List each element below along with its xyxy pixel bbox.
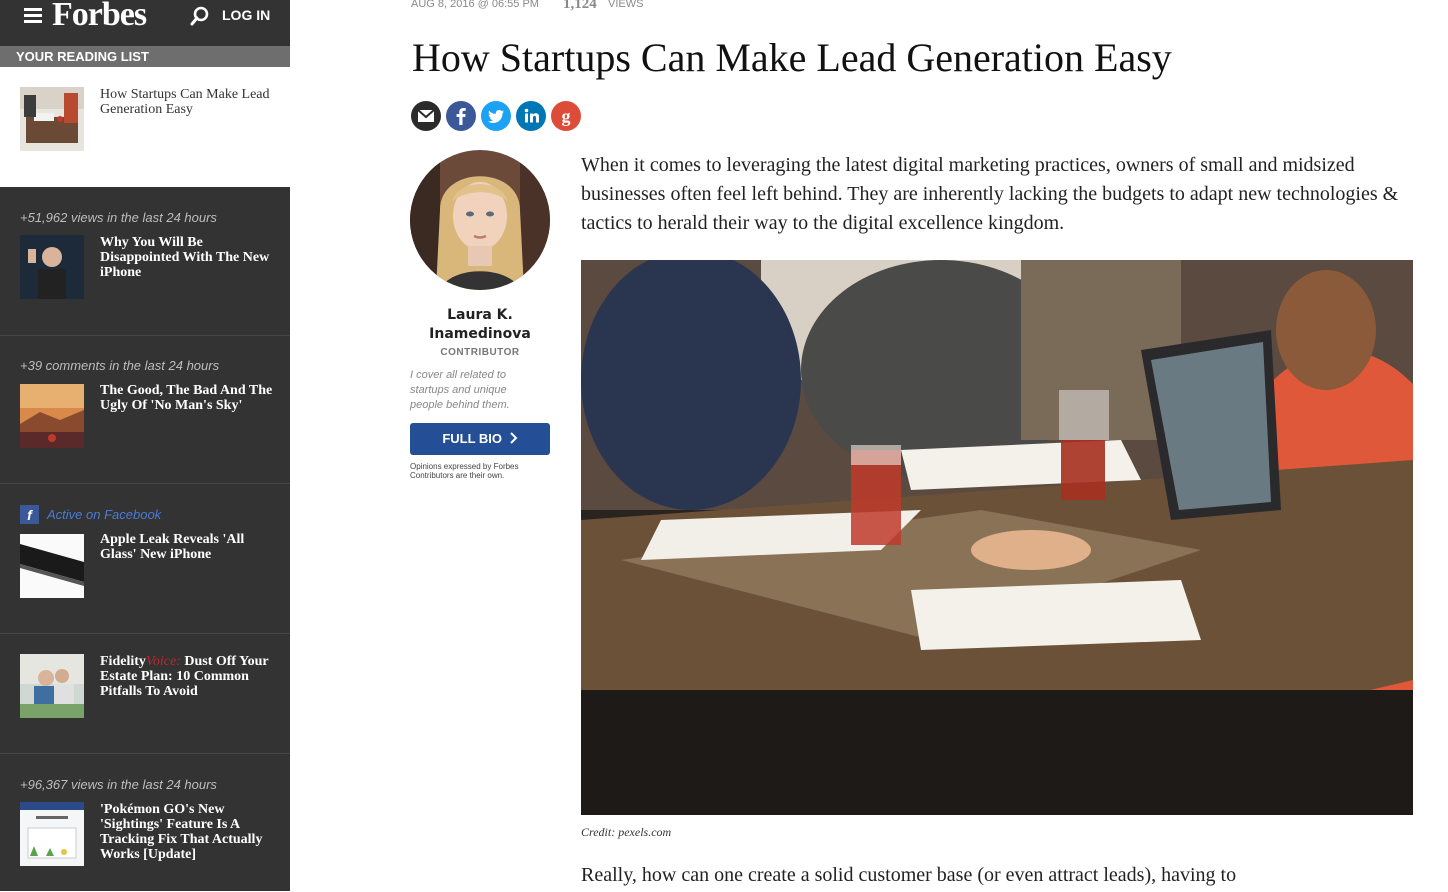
- trending-title[interactable]: Why You Will Be Disappointed With The Ne…: [100, 235, 275, 280]
- facebook-share-icon[interactable]: [446, 101, 476, 131]
- sponsored-title[interactable]: FidelityVoice: Dust Off Your Estate Plan…: [100, 654, 275, 699]
- facebook-icon: f: [20, 505, 39, 524]
- facebook-title[interactable]: Apple Leak Reveals 'All Glass' New iPhon…: [100, 532, 275, 562]
- view-count-label: VIEWS: [608, 0, 644, 10]
- trending-thumbnail[interactable]: [20, 384, 84, 448]
- intro-paragraph: When it comes to leveraging the latest d…: [581, 154, 1399, 234]
- svg-text:g: g: [562, 106, 571, 126]
- trending-meta: +51,962 views in the last 24 hours: [20, 210, 217, 225]
- top-nav-bar: Forbes LOG IN: [0, 0, 290, 46]
- trending-item[interactable]: +96,367 views in the last 24 hours 'Poké…: [0, 753, 290, 892]
- trending-title[interactable]: 'Pokémon GO's New 'Sightings' Feature Is…: [100, 802, 275, 862]
- trending-item[interactable]: +39 comments in the last 24 hours The Go…: [0, 335, 290, 484]
- author-avatar[interactable]: [410, 150, 550, 290]
- author-role: CONTRIBUTOR: [440, 347, 520, 358]
- sidebar: Forbes LOG IN YOUR READING LIST How Star…: [0, 0, 290, 891]
- hamburger-menu-icon[interactable]: [24, 8, 42, 24]
- login-button[interactable]: LOG IN: [222, 7, 270, 23]
- trending-thumbnail[interactable]: [20, 802, 84, 866]
- photo-credit: Credit: pexels.com: [581, 825, 672, 839]
- reading-list-title[interactable]: How Startups Can Make Lead Generation Ea…: [100, 87, 270, 117]
- reading-list-thumbnail[interactable]: [20, 87, 84, 151]
- facebook-item[interactable]: f Active on Facebook Apple Leak Reveals …: [0, 483, 290, 634]
- reading-list-header: YOUR READING LIST: [0, 46, 290, 67]
- facebook-thumbnail[interactable]: [20, 534, 84, 598]
- article-photo: [581, 260, 1413, 815]
- google-plus-share-icon[interactable]: g: [551, 101, 581, 131]
- body-paragraph: Really, how can one create a solid custo…: [581, 864, 1237, 886]
- facebook-meta: f Active on Facebook: [20, 505, 161, 524]
- sponsored-thumbnail[interactable]: [20, 654, 84, 718]
- article-headline: How Startups Can Make Lead Generation Ea…: [412, 35, 1172, 80]
- author-bio: I cover all related to startups and uniq…: [410, 369, 510, 411]
- trending-meta: +96,367 views in the last 24 hours: [20, 777, 217, 792]
- full-bio-button[interactable]: FULL BIO: [410, 423, 550, 455]
- reading-list-item[interactable]: How Startups Can Make Lead Generation Ea…: [0, 67, 290, 187]
- search-icon[interactable]: [190, 6, 210, 26]
- author-name[interactable]: Laura K. Inamedinova: [410, 306, 550, 344]
- email-share-icon[interactable]: [411, 101, 441, 131]
- linkedin-share-icon[interactable]: [516, 101, 546, 131]
- trending-title[interactable]: The Good, The Bad And The Ugly Of 'No Ma…: [100, 383, 275, 413]
- trending-item[interactable]: +51,962 views in the last 24 hours Why Y…: [0, 198, 290, 335]
- chevron-right-icon: [509, 423, 518, 455]
- forbes-logo[interactable]: Forbes: [52, 0, 147, 34]
- trending-meta: +39 comments in the last 24 hours: [20, 358, 220, 373]
- twitter-share-icon[interactable]: [481, 101, 511, 131]
- article-date: AUG 8, 2016 @ 06:55 PM: [411, 0, 539, 10]
- contributor-disclaimer: Opinions expressed by Forbes Contributor…: [410, 462, 519, 480]
- view-count: 1,124: [563, 0, 597, 12]
- sponsored-item[interactable]: FidelityVoice: Dust Off Your Estate Plan…: [0, 633, 290, 754]
- trending-thumbnail[interactable]: [20, 235, 84, 299]
